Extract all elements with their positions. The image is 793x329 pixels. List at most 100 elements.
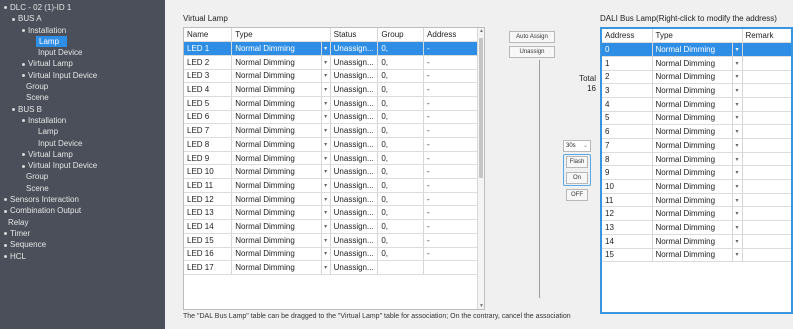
column-header-type[interactable]: Type (231, 28, 331, 43)
chevron-down-icon[interactable]: ▾ (732, 165, 743, 181)
virtual-lamp-table[interactable]: Name Type Status Group Address LED 1 Norm… (183, 27, 485, 310)
chevron-down-icon[interactable]: ▾ (732, 234, 743, 249)
table-row[interactable]: LED 1 Normal Dimming ▾ Unassign... 0, - (184, 41, 484, 56)
table-row[interactable]: 15 Normal Dimming ▾ (602, 248, 791, 263)
tree-item[interactable]: Input Device (0, 138, 165, 149)
cell-address[interactable] (423, 260, 484, 275)
cell-remark[interactable] (742, 165, 791, 181)
cell-status[interactable]: Unassign... (330, 151, 379, 166)
cell-type[interactable]: Normal Dimming (652, 220, 733, 235)
cell-address[interactable]: 5 (602, 111, 653, 126)
tree-item[interactable]: BUS B (0, 104, 165, 115)
cell-name[interactable]: LED 17 (184, 260, 233, 275)
cell-name[interactable]: LED 6 (184, 110, 233, 125)
cell-type[interactable]: Normal Dimming (652, 193, 733, 208)
cell-type[interactable]: Normal Dimming (652, 165, 733, 181)
tree-item[interactable]: Group (0, 171, 165, 182)
table-row[interactable]: LED 2 Normal Dimming ▾ Unassign... 0, - (184, 55, 484, 70)
tree-item[interactable]: Scene (0, 92, 165, 103)
column-header-name[interactable]: Name (184, 28, 233, 43)
cell-group[interactable]: 0, (377, 219, 425, 234)
dali-bus-table[interactable]: Address Type Remark 0 Normal Dimming ▾ 1 Nor… (600, 27, 793, 314)
cell-type[interactable]: Normal Dimming (652, 138, 733, 153)
cell-group[interactable]: 0, (377, 205, 425, 221)
chevron-down-icon[interactable]: ▾ (321, 233, 331, 248)
cell-remark[interactable] (742, 83, 791, 98)
table-row[interactable]: 5 Normal Dimming ▾ (602, 111, 791, 126)
tree-item[interactable]: Virtual Input Device (0, 160, 165, 171)
cell-type[interactable]: Normal Dimming (231, 205, 322, 221)
cell-type[interactable]: Normal Dimming (231, 82, 322, 97)
table-row[interactable]: LED 12 Normal Dimming ▾ Unassign... 0, - (184, 192, 484, 207)
cell-status[interactable]: Unassign... (330, 55, 379, 70)
flash-duration-select[interactable]: 30s ⌄ (563, 140, 591, 152)
cell-group[interactable]: 0, (377, 96, 425, 111)
cell-address[interactable]: - (423, 151, 484, 166)
table-row[interactable]: 13 Normal Dimming ▾ (602, 220, 791, 235)
cell-group[interactable]: 0, (377, 164, 425, 180)
cell-remark[interactable] (742, 97, 791, 112)
column-header-type[interactable]: Type (652, 29, 743, 44)
cell-type[interactable]: Normal Dimming (652, 248, 733, 263)
chevron-down-icon[interactable]: ▾ (732, 193, 743, 208)
cell-type[interactable]: Normal Dimming (652, 179, 733, 194)
table-row[interactable]: LED 5 Normal Dimming ▾ Unassign... 0, - (184, 96, 484, 111)
column-header-group[interactable]: Group (377, 28, 425, 43)
column-header-status[interactable]: Status (330, 28, 379, 43)
cell-address[interactable]: 14 (602, 234, 653, 249)
table-row[interactable]: LED 9 Normal Dimming ▾ Unassign... 0, - (184, 151, 484, 166)
chevron-down-icon[interactable]: ▾ (321, 205, 331, 221)
tree-item[interactable]: Combination Output (0, 205, 165, 216)
cell-remark[interactable] (742, 206, 791, 222)
cell-address[interactable]: 1 (602, 56, 653, 71)
chevron-down-icon[interactable]: ▾ (732, 138, 743, 153)
cell-remark[interactable] (742, 179, 791, 194)
cell-status[interactable]: Unassign... (330, 164, 379, 180)
cell-type[interactable]: Normal Dimming (231, 96, 322, 111)
table-row[interactable]: 9 Normal Dimming ▾ (602, 165, 791, 181)
cell-remark[interactable] (742, 193, 791, 208)
chevron-down-icon[interactable]: ▾ (321, 110, 331, 125)
cell-type[interactable]: Normal Dimming (652, 42, 733, 57)
expand-bullet-icon[interactable] (4, 198, 7, 202)
tree-item[interactable]: Installation (0, 115, 165, 126)
cell-type[interactable]: Normal Dimming (231, 260, 322, 275)
cell-status[interactable]: Unassign... (330, 41, 379, 56)
cell-address[interactable]: 0 (602, 42, 653, 57)
cell-type[interactable]: Normal Dimming (231, 55, 322, 70)
column-header-remark[interactable]: Remark (742, 29, 791, 44)
cell-type[interactable]: Normal Dimming (652, 111, 733, 126)
cell-status[interactable]: Unassign... (330, 178, 379, 193)
cell-address[interactable]: - (423, 137, 484, 152)
table-row[interactable]: 12 Normal Dimming ▾ (602, 206, 791, 222)
cell-remark[interactable] (742, 70, 791, 85)
tree-item[interactable]: Sensors Interaction (0, 194, 165, 205)
cell-address[interactable]: - (423, 82, 484, 97)
cell-remark[interactable] (742, 111, 791, 126)
scroll-down-icon[interactable]: ▼ (479, 303, 484, 309)
table-row[interactable]: 11 Normal Dimming ▾ (602, 193, 791, 208)
cell-address[interactable]: 2 (602, 70, 653, 85)
chevron-down-icon[interactable]: ▾ (732, 97, 743, 112)
cell-group[interactable]: 0, (377, 110, 425, 125)
table-row[interactable]: LED 3 Normal Dimming ▾ Unassign... 0, - (184, 69, 484, 84)
cell-address[interactable]: - (423, 123, 484, 138)
tree-item[interactable]: Virtual Lamp (0, 149, 165, 160)
table-row[interactable]: LED 15 Normal Dimming ▾ Unassign... 0, - (184, 233, 484, 248)
chevron-down-icon[interactable]: ▾ (732, 70, 743, 85)
cell-type[interactable]: Normal Dimming (231, 192, 322, 207)
cell-type[interactable]: Normal Dimming (652, 56, 733, 71)
table-row[interactable]: 0 Normal Dimming ▾ (602, 42, 791, 57)
cell-status[interactable]: Unassign... (330, 110, 379, 125)
scrollbar-thumb[interactable] (479, 38, 483, 178)
chevron-down-icon[interactable]: ▾ (321, 41, 331, 56)
chevron-down-icon[interactable]: ▾ (321, 178, 331, 193)
cell-type[interactable]: Normal Dimming (231, 151, 322, 166)
cell-address[interactable]: - (423, 41, 484, 56)
cell-group[interactable]: 0, (377, 55, 425, 70)
chevron-down-icon[interactable]: ▾ (732, 124, 743, 139)
chevron-down-icon[interactable]: ▾ (321, 247, 331, 262)
cell-type[interactable]: Normal Dimming (231, 233, 322, 248)
tree-item[interactable]: Sequence (0, 239, 165, 250)
chevron-down-icon[interactable]: ▾ (732, 111, 743, 126)
